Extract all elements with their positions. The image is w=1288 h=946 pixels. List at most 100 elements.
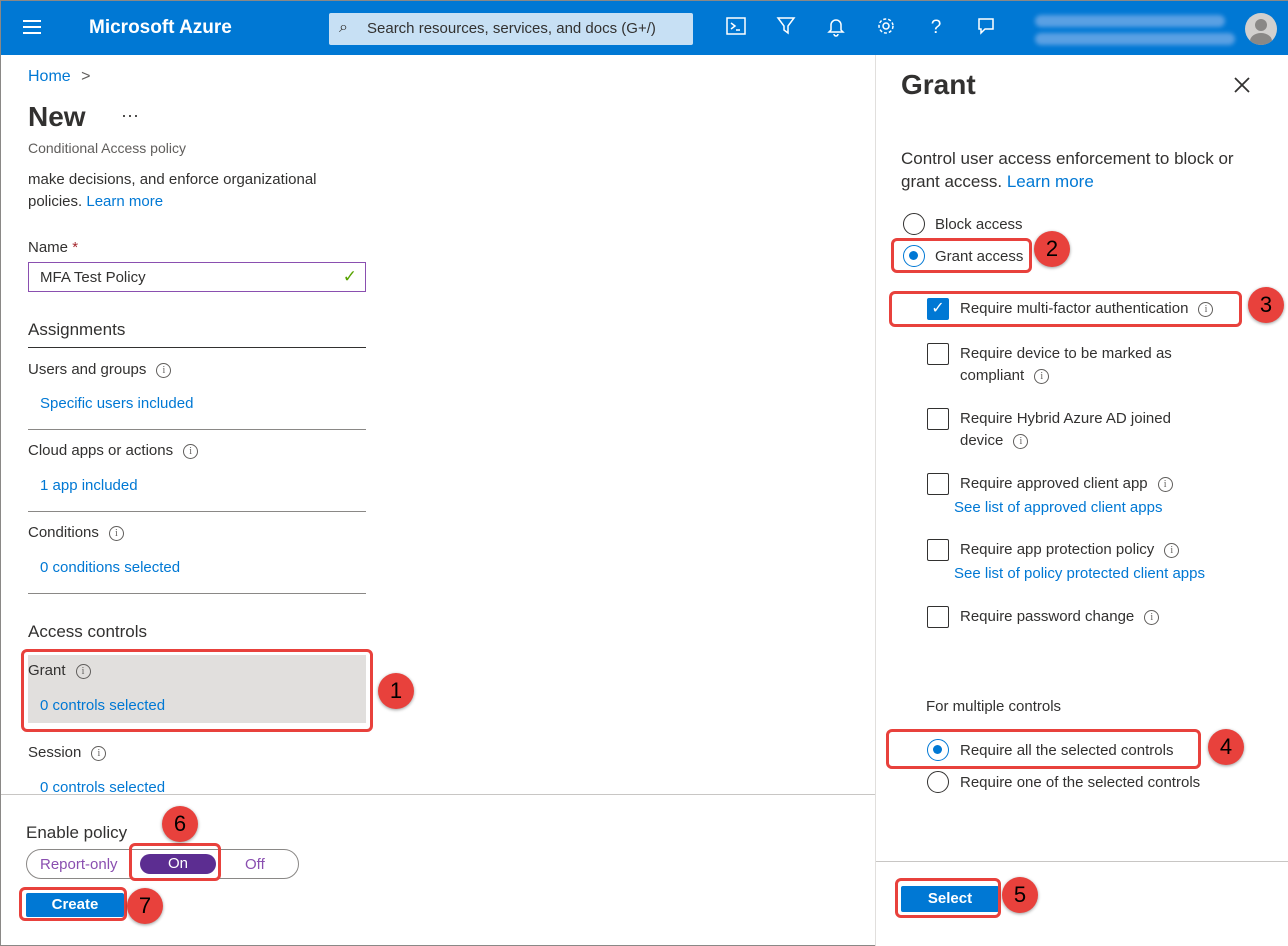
info-icon[interactable]: i — [156, 362, 172, 378]
annotation-badge-5: 5 — [1002, 877, 1038, 913]
info-icon[interactable]: i — [1144, 609, 1160, 625]
compliant-device-label-text: Require device to be marked as compliant — [960, 345, 1172, 384]
annotation-box-1 — [21, 649, 373, 732]
account-info-blurred[interactable] — [1035, 13, 1235, 45]
block-access-radio[interactable] — [903, 213, 925, 235]
help-icon[interactable]: ? — [923, 15, 949, 41]
required-mark: * — [72, 239, 79, 256]
approved-client-app-checkbox[interactable] — [927, 473, 949, 495]
info-icon[interactable]: i — [183, 443, 199, 459]
info-icon[interactable]: i — [91, 745, 107, 761]
annotation-badge-2: 2 — [1034, 231, 1070, 267]
approved-client-app-label: Require approved client app i — [960, 473, 1173, 495]
panel-description: Control user access enforcement to block… — [901, 147, 1271, 193]
block-access-label: Block access — [935, 216, 1023, 233]
hybrid-ad-label: Require Hybrid Azure AD joined device i — [960, 408, 1210, 452]
info-icon[interactable]: i — [1164, 542, 1180, 558]
annotation-badge-3: 3 — [1248, 287, 1284, 323]
password-change-checkbox[interactable] — [927, 606, 949, 628]
annotation-box-4 — [886, 729, 1201, 769]
search-icon: ⌕ — [339, 19, 348, 36]
info-icon[interactable]: i — [1013, 433, 1029, 449]
panel-title: Grant — [901, 69, 976, 100]
app-protection-label: Require app protection policy i — [960, 539, 1180, 561]
cloud-apps-link[interactable]: 1 app included — [40, 477, 138, 494]
top-bar: Microsoft Azure ⌕ Search resources, serv… — [1, 1, 1288, 55]
protected-client-apps-link[interactable]: See list of policy protected client apps — [954, 563, 1205, 585]
info-icon[interactable]: i — [1157, 476, 1173, 492]
info-icon[interactable]: i — [1034, 368, 1050, 384]
annotation-box-7 — [19, 887, 127, 921]
breadcrumb-separator: > — [81, 68, 91, 85]
enable-policy-label: Enable policy — [26, 823, 128, 842]
cloud-apps-label: Cloud apps or actions i — [28, 442, 199, 459]
menu-icon[interactable] — [23, 20, 41, 34]
search-placeholder: Search resources, services, and docs (G+… — [367, 20, 656, 37]
brand-title[interactable]: Microsoft Azure — [89, 17, 232, 39]
name-label-text: Name — [28, 239, 69, 256]
feedback-icon[interactable] — [973, 15, 999, 41]
access-controls-heading: Access controls — [28, 622, 148, 641]
divider — [28, 429, 366, 430]
approved-client-app-label-text: Require approved client app — [960, 475, 1148, 492]
hybrid-ad-label-text: Require Hybrid Azure AD joined device — [960, 410, 1171, 449]
password-change-label-text: Require password change — [960, 608, 1135, 625]
users-groups-label-text: Users and groups — [28, 361, 147, 378]
checkmark-icon: ✓ — [342, 267, 357, 286]
users-groups-label: Users and groups i — [28, 361, 172, 378]
page-title: New — [28, 101, 86, 132]
hybrid-ad-checkbox[interactable] — [927, 408, 949, 430]
password-change-label: Require password change i — [960, 606, 1160, 628]
annotation-box-3 — [889, 291, 1242, 327]
divider — [28, 593, 366, 594]
panel-learn-more-link[interactable]: Learn more — [1007, 172, 1094, 191]
notifications-icon[interactable] — [823, 15, 849, 41]
assignments-heading: Assignments — [28, 320, 126, 339]
cloud-apps-label-text: Cloud apps or actions — [28, 442, 174, 459]
session-label-text: Session — [28, 744, 82, 761]
toggle-report-only[interactable]: Report-only — [40, 856, 118, 873]
users-groups-link[interactable]: Specific users included — [40, 395, 193, 412]
compliant-device-label: Require device to be marked as compliant… — [960, 343, 1210, 387]
breadcrumb-home-link[interactable]: Home — [28, 68, 71, 85]
panel-footer-divider — [876, 861, 1288, 862]
toggle-off[interactable]: Off — [245, 856, 265, 873]
conditions-link[interactable]: 0 conditions selected — [40, 559, 180, 576]
multiple-controls-heading: For multiple controls — [926, 698, 1062, 715]
app-protection-label-text: Require app protection policy — [960, 541, 1155, 558]
learn-more-link[interactable]: Learn more — [86, 193, 163, 210]
settings-icon[interactable] — [873, 15, 899, 41]
divider — [28, 347, 366, 348]
annotation-box-2 — [891, 238, 1032, 273]
info-icon[interactable]: i — [108, 525, 124, 541]
conditions-label-text: Conditions — [28, 524, 99, 541]
avatar[interactable] — [1245, 13, 1277, 45]
name-field[interactable]: MFA Test Policy ✓ — [28, 262, 366, 292]
footer-divider — [1, 794, 875, 795]
annotation-badge-4: 4 — [1208, 729, 1244, 765]
search-input[interactable]: ⌕ Search resources, services, and docs (… — [329, 13, 693, 45]
page-description: make decisions, and enforce organization… — [28, 169, 358, 213]
annotation-badge-7: 7 — [127, 888, 163, 924]
session-label: Session i — [28, 744, 107, 761]
breadcrumb: Home > — [28, 68, 90, 86]
annotation-box-6 — [129, 843, 221, 881]
approved-client-apps-link[interactable]: See list of approved client apps — [954, 497, 1162, 519]
divider — [28, 511, 366, 512]
cloud-shell-icon[interactable] — [723, 15, 749, 41]
annotation-badge-6: 6 — [162, 806, 198, 842]
annotation-badge-1: 1 — [378, 673, 414, 709]
conditions-label: Conditions i — [28, 524, 124, 541]
compliant-device-checkbox[interactable] — [927, 343, 949, 365]
name-label: Name * — [28, 239, 78, 256]
grant-panel: Grant Control user access enforcement to… — [875, 55, 1288, 946]
close-icon[interactable] — [1232, 71, 1252, 102]
directory-filter-icon[interactable] — [773, 15, 799, 41]
page-subtitle: Conditional Access policy — [28, 140, 186, 156]
app-protection-checkbox[interactable] — [927, 539, 949, 561]
require-one-label: Require one of the selected controls — [960, 774, 1201, 791]
require-one-radio[interactable] — [927, 771, 949, 793]
more-options-button[interactable]: ··· — [121, 105, 139, 126]
description-text: make decisions, and enforce organization… — [28, 171, 317, 210]
name-field-value: MFA Test Policy — [40, 269, 146, 286]
